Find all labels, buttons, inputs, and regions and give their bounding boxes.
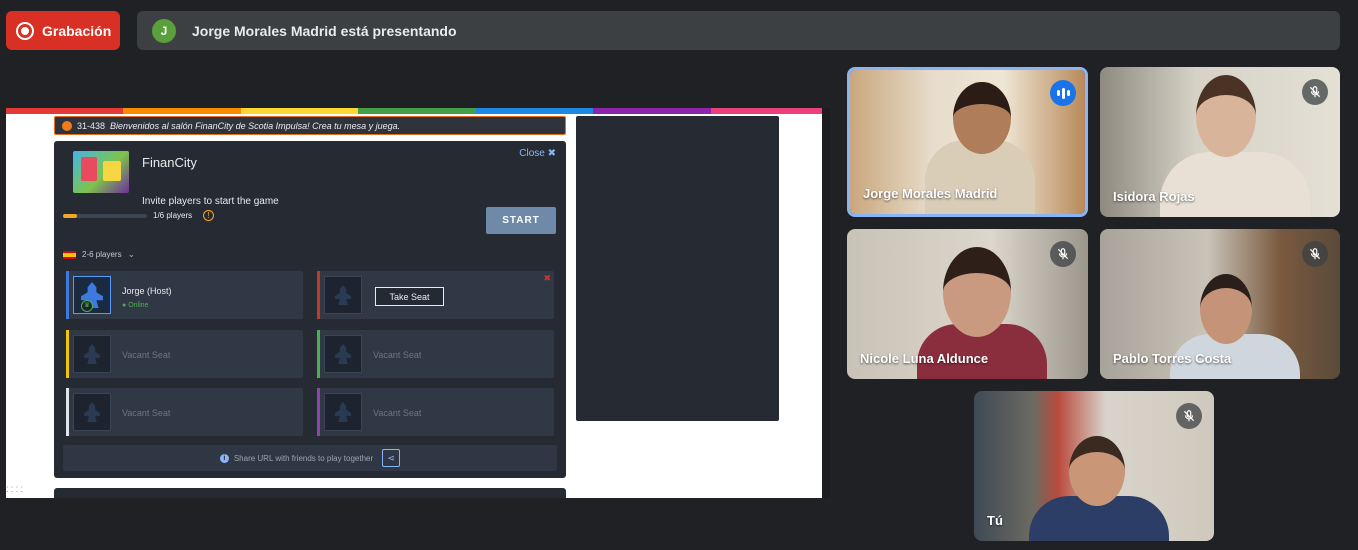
players-count: 1/6 players [153,211,193,220]
recording-label: Grabación [42,22,112,39]
presenting-text: Jorge Morales Madrid está presentando [192,22,457,39]
announcement-text: Bienvenidos al salón FinanCity de Scotia… [110,120,401,131]
meeple-icon [335,402,351,422]
next-panel-edge [54,488,566,498]
participant-name: Pablo Torres Costa [1113,351,1232,366]
mic-off-icon [1050,241,1076,267]
rainbow-bar [6,108,828,114]
seat-avatar [324,335,362,373]
participant-tile-isidora[interactable]: Isidora Rojas [1100,67,1340,217]
seat-color-bar [66,271,69,319]
seat-vacant[interactable]: Vacant Seat [317,330,554,378]
start-button[interactable]: START [486,207,556,234]
seat-color-bar [66,330,69,378]
close-icon: ✖ [547,148,556,159]
recording-button[interactable]: Grabación [6,11,120,50]
participant-face [1069,436,1125,506]
meeple-icon [335,285,351,305]
player-range-label: 2-6 players [82,250,122,259]
vacant-seat-label: Vacant Seat [373,408,422,418]
share-icon[interactable]: ⋖ [382,449,401,467]
player-range-select[interactable]: 2-6 players ⌄ [63,249,135,260]
speaking-indicator-icon [1050,80,1076,106]
players-progress-fill [63,214,78,218]
chat-panel [576,116,779,421]
participant-name: Isidora Rojas [1113,189,1195,204]
presenter-avatar: J [152,18,176,43]
participant-face [1200,274,1252,344]
participant-video [1160,152,1310,217]
record-icon [16,21,34,40]
seat-avatar [324,393,362,431]
participant-face [943,247,1011,337]
game-title: FinanCity [142,155,197,170]
meeple-icon [84,402,100,422]
share-url-row: i Share URL with friends to play togethe… [63,445,557,471]
screen-edge [822,108,830,498]
participant-tile-jorge[interactable]: Jorge Morales Madrid [847,67,1088,217]
invite-text: Invite players to start the game [142,196,279,207]
players-progress-bar [63,214,147,218]
seat-vacant[interactable]: Vacant Seat [66,330,303,378]
participant-name: Nicole Luna Aldunce [860,351,989,366]
remove-seat-icon[interactable]: ✖ [543,273,551,284]
room-number: 31-438 [77,120,106,131]
host-name: Jorge (Host) [122,286,172,296]
crown-icon: ♛ [81,300,93,312]
warning-icon: ! [203,210,214,221]
clock-icon [62,120,72,131]
seat-color-bar [317,388,320,436]
seat-host: ♛ Jorge (Host) ● Online [66,271,303,319]
vacant-seat-label: Vacant Seat [122,350,171,360]
meeple-icon [84,344,100,364]
vacant-seat-label: Vacant Seat [122,408,171,418]
mic-off-icon [1302,241,1328,267]
mic-off-icon [1302,79,1328,105]
take-seat-button[interactable]: Take Seat [375,287,444,306]
seat-avatar [73,335,111,373]
vacant-seat-label: Vacant Seat [373,350,422,360]
participant-tile-pablo[interactable]: Pablo Torres Costa [1100,229,1340,379]
shared-screen: :::: 31-438 Bienvenidos al salón FinanCi… [6,108,828,498]
participant-face [1196,75,1256,157]
seat-avatar [324,276,362,314]
participant-tile-nicole[interactable]: Nicole Luna Aldunce [847,229,1088,379]
seat-avatar [73,393,111,431]
participant-name: Tú [987,513,1003,528]
announcement-banner: 31-438 Bienvenidos al salón FinanCity de… [54,116,566,135]
participant-tile-self[interactable]: Tú [974,391,1214,541]
seat-color-bar [66,388,69,436]
chevron-down-icon: ⌄ [127,249,136,259]
seat-vacant[interactable]: Vacant Seat [317,388,554,436]
decorative-dots: :::: [6,484,26,495]
meeple-icon [335,344,351,364]
seat-color-bar [317,271,320,319]
close-button[interactable]: Close ✖ [519,148,556,159]
mic-off-icon [1176,403,1202,429]
info-icon: i [219,453,229,463]
share-text: Share URL with friends to play together [233,453,374,463]
seat-color-bar [317,330,320,378]
spain-flag-icon [63,250,76,259]
host-status: ● Online [122,302,149,309]
game-thumbnail [73,151,129,193]
seat-open: Take Seat ✖ [317,271,554,319]
participant-face [953,82,1011,154]
game-lobby-panel: FinanCity Close ✖ Invite players to star… [54,141,566,478]
seat-vacant[interactable]: Vacant Seat [66,388,303,436]
presenting-banner: J Jorge Morales Madrid está presentando [137,11,1340,50]
participant-name: Jorge Morales Madrid [863,186,998,201]
